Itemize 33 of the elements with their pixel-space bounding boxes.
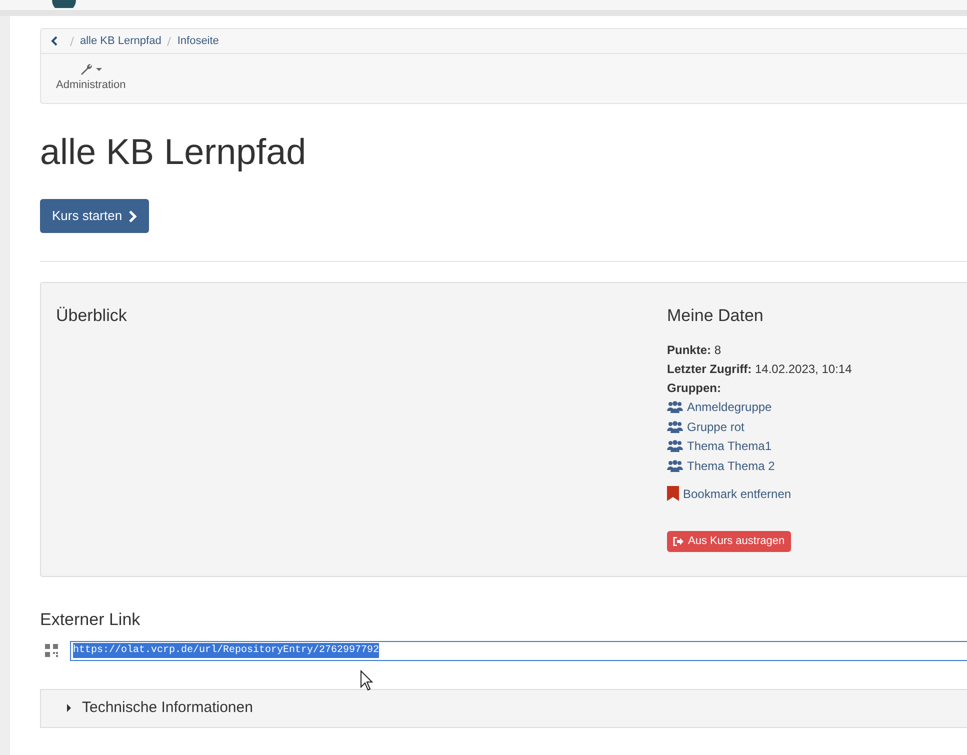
chevron-right-icon (128, 210, 138, 222)
sign-out-icon (673, 536, 684, 546)
breadcrumb-link[interactable]: Infoseite (177, 32, 219, 50)
group-link[interactable]: Gruppe rot (687, 418, 744, 436)
administration-menu[interactable]: Administration (56, 63, 126, 94)
data-field: Letzter Zugriff: 14.02.2023, 10:14 (667, 360, 852, 378)
page-title: alle KB Lernpfad (40, 130, 308, 174)
group-icon (667, 460, 683, 472)
link-field[interactable]: https://olat.vcrp.de/url/RepositoryEntry/2762997792 (70, 640, 967, 660)
section-heading: Überblick (56, 305, 128, 327)
field-label: Gruppen: (667, 380, 722, 396)
bookmark-icon (667, 486, 679, 501)
back-icon[interactable] (51, 36, 58, 46)
separator-icon (70, 36, 74, 46)
section-heading: Meine Daten (667, 305, 764, 327)
group-icon (667, 401, 683, 414)
group-link[interactable]: Thema Thema 2 (687, 456, 775, 475)
leave-course-button[interactable]: Aus Kurs austragen (667, 530, 791, 552)
section-heading: Externer Link (40, 609, 142, 631)
group-link[interactable]: Thema Thema1 (687, 437, 772, 456)
group-link[interactable]: Anmeldegruppe (687, 398, 772, 416)
wrench-dropdown-icon (80, 63, 102, 75)
logo-icon (52, 0, 76, 8)
breadcrumb-link[interactable]: alle KB Lernpfad (80, 32, 162, 50)
group-icon (667, 440, 683, 452)
separator-icon (167, 36, 172, 46)
mouse-cursor-icon (360, 670, 374, 692)
start-course-button[interactable]: Kurs starten (40, 199, 150, 233)
technical-info-panel[interactable]: Technische Informationen (40, 688, 967, 728)
qr-code-icon[interactable] (45, 644, 58, 657)
group-icon (667, 420, 683, 433)
bookmark-link[interactable]: Bookmark entfernen (683, 484, 792, 502)
data-field: Punkte: 8 (667, 340, 852, 360)
